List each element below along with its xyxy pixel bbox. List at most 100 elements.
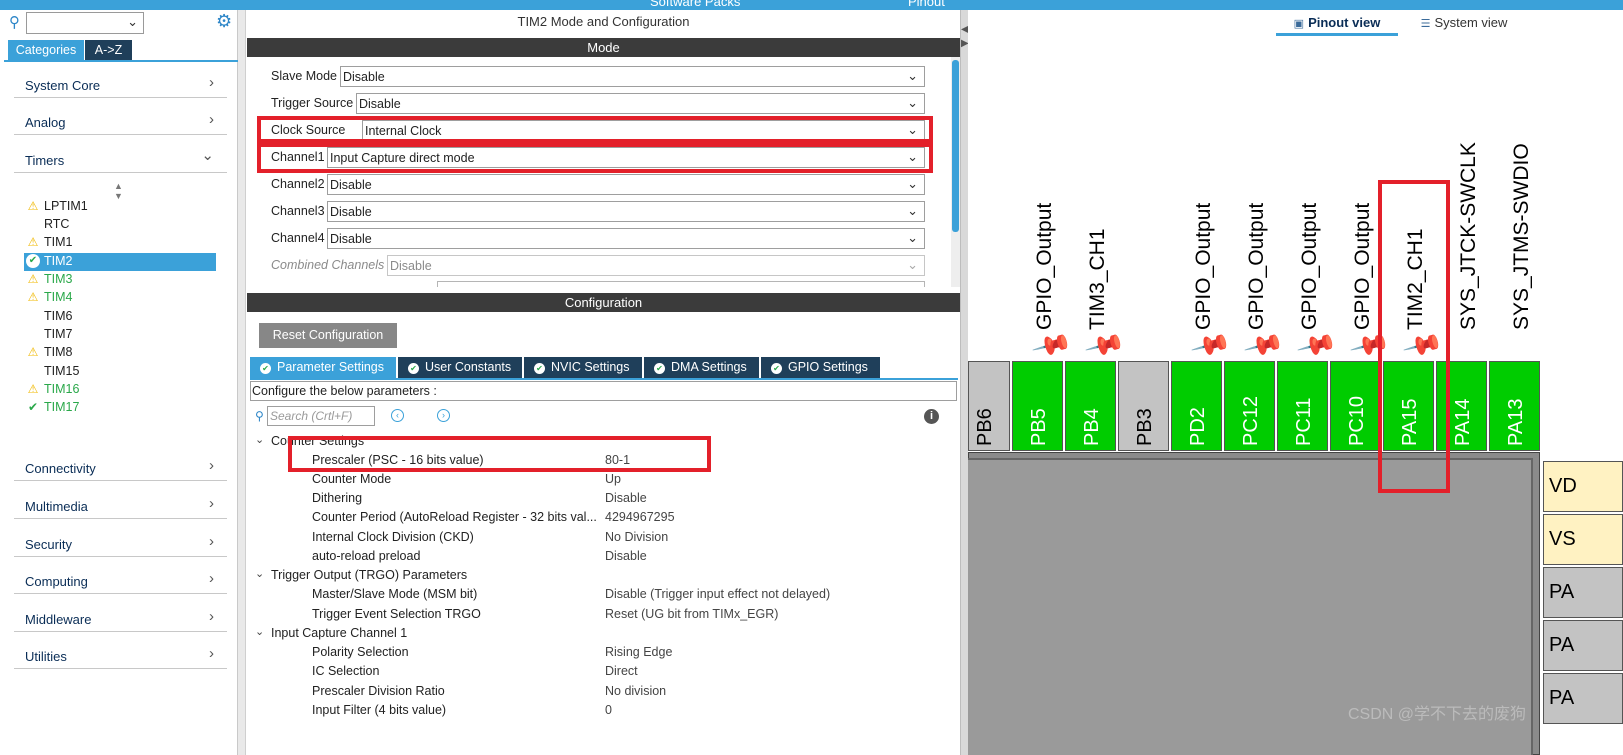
channel2-select[interactable]: Disable ⌄ — [327, 174, 925, 195]
param-value[interactable]: 0 — [605, 703, 612, 717]
pin-pc11[interactable]: PC11 — [1277, 361, 1328, 451]
param-value[interactable]: No Division — [605, 530, 668, 544]
list-item-tim7[interactable]: TIM7 — [24, 326, 216, 344]
param-row-counter-period[interactable]: Counter Period (AutoReload Register - 32… — [247, 507, 947, 526]
channel4-select[interactable]: Disable ⌄ — [327, 228, 925, 249]
parameter-search-input[interactable]: Search (Crtl+F) — [267, 406, 375, 426]
list-item-tim6[interactable]: TIM6 — [24, 308, 216, 326]
category-analog[interactable]: Analog › — [14, 106, 227, 135]
tab-parameter-settings[interactable]: ✔ Parameter Settings — [250, 357, 396, 378]
pin-side-ground[interactable]: VS — [1543, 514, 1623, 565]
param-value[interactable]: 4294967295 — [605, 510, 675, 524]
pin-pb3[interactable]: PB3 — [1118, 361, 1169, 451]
channel3-select[interactable]: Disable ⌄ — [327, 201, 925, 222]
tab-label: DMA Settings — [671, 360, 747, 374]
collapse-icon[interactable]: ⌄ — [255, 567, 264, 580]
param-row-clock-division[interactable]: Internal Clock Division (CKD) No Division — [247, 527, 947, 546]
category-security[interactable]: Security › — [14, 528, 227, 557]
param-value[interactable]: Rising Edge — [605, 645, 672, 659]
param-row-trigger-event-selection[interactable]: Trigger Event Selection TRGO Reset (UG bi… — [247, 604, 947, 623]
pin-pb6[interactable]: PB6 — [968, 361, 1010, 451]
list-item-tim4[interactable]: ⚠ TIM4 — [24, 289, 216, 307]
tab-pinout-view[interactable]: ▣ Pinout view — [1276, 12, 1398, 36]
pin-pa13[interactable]: PA13 — [1489, 361, 1540, 451]
list-item-tim3[interactable]: ⚠ TIM3 — [24, 271, 216, 289]
tree-group-trigger-output[interactable]: ⌄ Trigger Output (TRGO) Parameters — [247, 565, 947, 584]
list-item-lptim1[interactable]: ⚠ LPTIM1 — [24, 198, 216, 216]
category-multimedia[interactable]: Multimedia › — [14, 490, 227, 519]
mode-row-channel3: Channel3 Disable ⌄ — [247, 200, 947, 223]
param-row-auto-reload-preload[interactable]: auto-reload preload Disable — [247, 546, 947, 565]
pin-pb5[interactable]: PB5 — [1012, 361, 1063, 451]
top-tab-software-packs[interactable]: Software Packs — [650, 0, 740, 9]
reset-configuration-button[interactable]: Reset Configuration — [259, 323, 397, 348]
info-icon[interactable]: i — [924, 409, 939, 424]
param-value[interactable]: Disable — [605, 491, 647, 505]
left-panel-divider[interactable] — [238, 10, 246, 755]
chevron-down-icon: ⌄ — [907, 95, 918, 110]
search-next-icon[interactable]: › — [437, 409, 450, 422]
param-row-ic-selection[interactable]: IC Selection Direct — [247, 661, 947, 680]
param-row-input-filter[interactable]: Input Filter (4 bits value) 0 — [247, 700, 947, 719]
param-value[interactable]: Disable (Trigger input effect not delaye… — [605, 587, 830, 601]
tree-group-input-capture-channel1[interactable]: ⌄ Input Capture Channel 1 — [247, 623, 947, 642]
param-row-prescaler-division-ratio[interactable]: Prescaler Division Ratio No division — [247, 681, 947, 700]
panel-splitter[interactable]: ◀ ▶ — [960, 10, 969, 755]
list-item-tim15[interactable]: TIM15 — [24, 363, 216, 381]
pin-pc10[interactable]: PC10 — [1330, 361, 1381, 451]
category-computing[interactable]: Computing › — [14, 565, 227, 594]
pin-side-power[interactable]: VD — [1543, 461, 1623, 512]
param-value[interactable]: Reset (UG bit from TIMx_EGR) — [605, 607, 778, 621]
list-item-tim17[interactable]: ✔ TIM17 — [24, 399, 216, 417]
warning-icon: ⚠ — [27, 235, 39, 249]
category-utilities[interactable]: Utilities › — [14, 640, 227, 669]
pin-pc12[interactable]: PC12 — [1224, 361, 1275, 451]
warning-icon: ⚠ — [27, 272, 39, 286]
pin-pb4[interactable]: PB4 — [1065, 361, 1116, 451]
tab-user-constants[interactable]: ✔ User Constants — [398, 357, 522, 378]
pin-side-pa[interactable]: PA — [1543, 673, 1623, 724]
select-value: Disable — [390, 259, 432, 273]
tab-label: User Constants — [425, 360, 512, 374]
pin-pd2[interactable]: PD2 — [1171, 361, 1222, 451]
collapse-icon[interactable]: ⌄ — [255, 433, 264, 446]
param-row-master-slave-mode[interactable]: Master/Slave Mode (MSM bit) Disable (Trig… — [247, 584, 947, 603]
tab-categories[interactable]: Categories — [8, 40, 84, 60]
mode-scrollbar-thumb[interactable] — [952, 60, 959, 232]
combined-channels-select: Disable ⌄ — [387, 255, 925, 276]
pin-side-pa[interactable]: PA — [1543, 567, 1623, 618]
tab-a-to-z[interactable]: A->Z — [85, 40, 132, 60]
param-value[interactable]: Direct — [605, 664, 638, 678]
tab-system-view[interactable]: ☰ System view — [1414, 12, 1514, 36]
pin-side-pa[interactable]: PA — [1543, 620, 1623, 671]
param-row-dithering[interactable]: Dithering Disable — [247, 488, 947, 507]
search-previous-icon[interactable]: ‹ — [391, 409, 404, 422]
param-value[interactable]: Up — [605, 472, 621, 486]
list-item-tim2[interactable]: ✔ TIM2 — [24, 253, 216, 271]
list-item-tim8[interactable]: ⚠ TIM8 — [24, 344, 216, 362]
pin-name: PA — [1549, 581, 1575, 603]
category-timers[interactable]: Timers ⌄ — [14, 144, 227, 173]
tab-gpio-settings[interactable]: ✔ GPIO Settings — [761, 357, 880, 378]
param-value[interactable]: No division — [605, 684, 666, 698]
chevron-down-icon[interactable]: ⌄ — [127, 14, 138, 30]
top-tab-pinout[interactable]: Pinout — [908, 0, 945, 9]
list-item-rtc[interactable]: RTC — [24, 216, 216, 234]
category-search-combo[interactable]: ⌄ — [26, 12, 144, 34]
param-row-polarity-selection[interactable]: Polarity Selection Rising Edge — [247, 642, 947, 661]
param-value[interactable]: Disable — [605, 549, 647, 563]
tab-nvic-settings[interactable]: ✔ NVIC Settings — [524, 357, 642, 378]
category-middleware[interactable]: Middleware › — [14, 603, 227, 632]
timer-name: TIM16 — [44, 382, 80, 396]
search-icon[interactable]: ⚲ — [9, 13, 20, 31]
slave-mode-select[interactable]: Disable ⌄ — [340, 66, 925, 87]
list-item-tim16[interactable]: ⚠ TIM16 — [24, 381, 216, 399]
category-system-core[interactable]: System Core › — [14, 69, 227, 98]
trigger-source-select[interactable]: Disable ⌄ — [356, 93, 925, 114]
list-item-tim1[interactable]: ⚠ TIM1 — [24, 234, 216, 252]
tab-dma-settings[interactable]: ✔ DMA Settings — [644, 357, 759, 378]
gear-icon[interactable]: ⚙ — [216, 11, 232, 32]
configure-description: Configure the below parameters : — [250, 381, 957, 401]
category-connectivity[interactable]: Connectivity › — [14, 452, 227, 481]
collapse-icon[interactable]: ⌄ — [255, 625, 264, 638]
